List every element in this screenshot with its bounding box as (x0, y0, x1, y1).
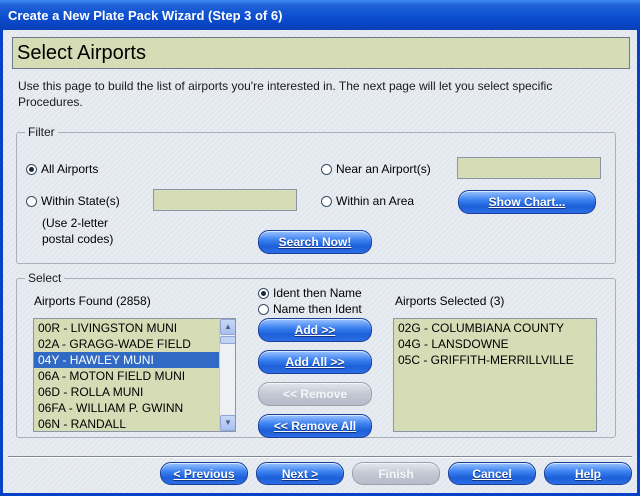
selected-list-items: 02G - COLUMBIANA COUNTY 04G - LANSDOWNE 05… (394, 319, 596, 368)
radio-dot[interactable] (258, 303, 269, 315)
list-item[interactable]: 06D - ROLLA MUNI (34, 384, 219, 400)
search-now-button[interactable]: Search Now! (258, 230, 372, 254)
airports-found-list[interactable]: 00R - LIVINGSTON MUNI 02A - GRAGG-WADE FI… (33, 318, 236, 432)
found-list-scrollbar[interactable]: ▲ ▼ (219, 319, 235, 431)
remove-all-button[interactable]: << Remove All (258, 414, 372, 438)
help-button[interactable]: Help (544, 462, 632, 485)
list-item[interactable]: 05C - GRIFFITH-MERRILLVILLE (394, 352, 596, 368)
list-item[interactable]: 06N - RANDALL (34, 416, 219, 431)
sort-name-label: Name then Ident (273, 302, 362, 316)
state-note-line-1: (Use 2-letter (42, 216, 109, 230)
remove-button[interactable]: << Remove (258, 382, 372, 406)
list-item[interactable]: 02A - GRAGG-WADE FIELD (34, 336, 219, 352)
previous-button[interactable]: < Previous (160, 462, 248, 485)
window-title: Create a New Plate Pack Wizard (Step 3 o… (0, 0, 640, 30)
list-item[interactable]: 02G - COLUMBIANA COUNTY (394, 320, 596, 336)
add-button[interactable]: Add >> (258, 318, 372, 342)
state-note-line-2: postal codes) (42, 232, 114, 246)
all-airports-label: All Airports (41, 162, 99, 176)
chevron-up-icon[interactable]: ▲ (220, 319, 235, 335)
all-airports-radio[interactable]: All Airports (26, 162, 98, 176)
sort-ident-label: Ident then Name (273, 286, 362, 300)
list-item[interactable]: 06A - MOTON FIELD MUNI (34, 368, 219, 384)
radio-dot[interactable] (258, 287, 269, 299)
next-button[interactable]: Next > (256, 462, 344, 485)
sort-name-then-ident-radio[interactable]: Name then Ident (258, 302, 362, 316)
select-legend: Select (25, 271, 65, 285)
near-airport-radio[interactable]: Near an Airport(s) (321, 162, 431, 176)
airports-selected-list[interactable]: 02G - COLUMBIANA COUNTY 04G - LANSDOWNE 05… (393, 318, 597, 432)
intro-text: Use this page to build the list of airpo… (18, 79, 553, 109)
finish-button[interactable]: Finish (352, 462, 440, 485)
sort-ident-then-name-radio[interactable]: Ident then Name (258, 286, 362, 300)
list-item[interactable]: 04G - LANSDOWNE (394, 336, 596, 352)
list-item[interactable]: 00R - LIVINGSTON MUNI (34, 320, 219, 336)
page-title: Select Airports (12, 37, 630, 69)
list-item[interactable]: 04Y - HAWLEY MUNI (34, 352, 219, 368)
list-item[interactable]: 06FA - WILLIAM P. GWINN (34, 400, 219, 416)
within-state-radio[interactable]: Within State(s) (26, 194, 120, 208)
airports-selected-label: Airports Selected (3) (395, 294, 505, 308)
within-area-radio[interactable]: Within an Area (321, 194, 414, 208)
airports-found-label: Airports Found (2858) (34, 294, 151, 308)
near-airport-label: Near an Airport(s) (336, 162, 431, 176)
within-state-label: Within State(s) (41, 194, 120, 208)
footer-divider (8, 456, 632, 458)
add-all-button[interactable]: Add All >> (258, 350, 372, 374)
radio-dot[interactable] (26, 163, 37, 175)
radio-dot[interactable] (321, 163, 332, 175)
radio-dot[interactable] (321, 195, 332, 207)
filter-legend: Filter (25, 125, 58, 139)
scroll-thumb[interactable] (220, 336, 235, 344)
cancel-button[interactable]: Cancel (448, 462, 536, 485)
show-chart-button[interactable]: Show Chart... (458, 190, 596, 214)
state-note: (Use 2-letter postal codes) (42, 215, 113, 247)
state-input[interactable] (153, 189, 297, 211)
chevron-down-icon[interactable]: ▼ (220, 415, 235, 431)
found-list-items: 00R - LIVINGSTON MUNI 02A - GRAGG-WADE FI… (34, 319, 219, 431)
radio-dot[interactable] (26, 195, 37, 207)
within-area-label: Within an Area (336, 194, 415, 208)
near-airport-input[interactable] (457, 157, 601, 179)
